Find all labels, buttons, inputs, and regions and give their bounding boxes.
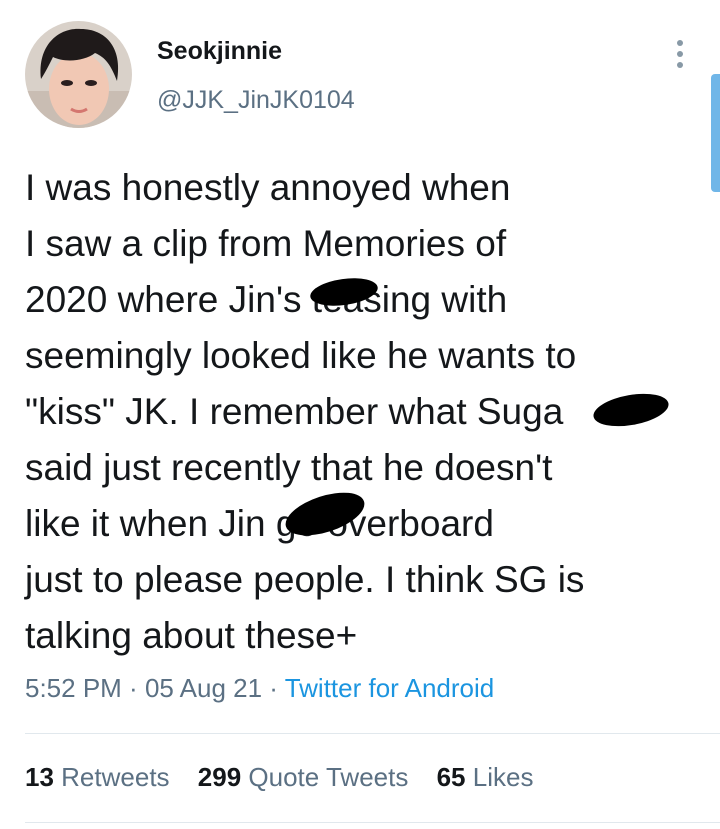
avatar[interactable] — [25, 21, 132, 128]
retweets-label: Retweets — [61, 762, 170, 792]
tweet-time[interactable]: 5:52 PM — [25, 673, 122, 703]
divider — [25, 822, 720, 823]
retweets-stat[interactable]: 13 Retweets — [25, 762, 170, 792]
display-name[interactable]: Seokjinnie — [157, 37, 282, 66]
tweet-source-link[interactable]: Twitter for Android — [285, 673, 495, 703]
retweets-count: 13 — [25, 762, 54, 792]
divider — [25, 733, 720, 734]
meta-separator: · — [121, 673, 145, 703]
meta-separator: · — [262, 673, 285, 703]
profile-photo — [25, 21, 132, 128]
likes-count: 65 — [436, 762, 466, 792]
user-handle[interactable]: @JJK_JinJK0104 — [157, 86, 355, 115]
quote-tweets-label: Quote Tweets — [248, 762, 409, 792]
tweet-date[interactable]: 05 Aug 21 — [145, 673, 262, 703]
more-options-button[interactable] — [668, 36, 692, 72]
quote-tweets-count: 299 — [197, 762, 242, 792]
tweet-stats: 13 Retweets 299 Quote Tweets 65 Likes — [25, 762, 554, 793]
likes-label: Likes — [472, 762, 534, 792]
likes-stat[interactable]: 65 Likes — [437, 762, 534, 792]
quote-tweets-stat[interactable]: 299 Quote Tweets — [198, 762, 409, 792]
tweet-meta: 5:52 PM · 05 Aug 21 · Twitter for Androi… — [25, 673, 494, 704]
